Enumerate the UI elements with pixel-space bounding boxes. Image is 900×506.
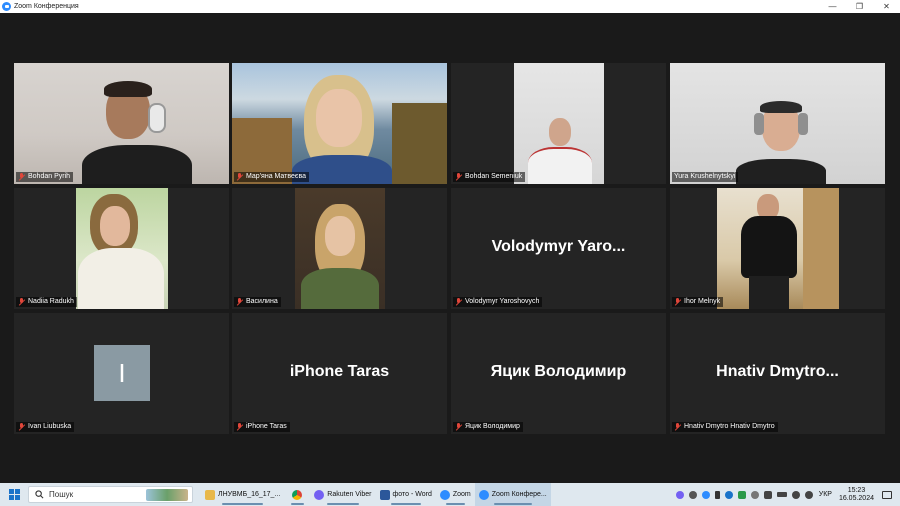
- participant-tile[interactable]: Ihor Melnyk: [670, 188, 885, 309]
- maximize-button[interactable]: ❐: [846, 0, 873, 13]
- participant-tile[interactable]: Мар'яна Матвеєва: [232, 63, 447, 184]
- display-icon[interactable]: [764, 490, 773, 499]
- start-button[interactable]: [0, 483, 28, 506]
- language-indicator[interactable]: УКР: [819, 491, 832, 498]
- word-icon: [379, 489, 390, 500]
- close-button[interactable]: ✕: [873, 0, 900, 13]
- participant-video: [76, 188, 168, 309]
- minimize-button[interactable]: —: [819, 0, 846, 13]
- search-highlight-image: [146, 489, 188, 501]
- participant-name-label: Volodymyr Yaroshovych: [453, 297, 543, 307]
- mic-off-icon: [18, 423, 25, 431]
- participant-tile[interactable]: Bohdan Pyrih: [14, 63, 229, 184]
- participant-name-label: Yura Krushelnytskyi: [672, 172, 739, 182]
- participant-video: [14, 63, 229, 184]
- gallery-view: Bohdan Pyrih Мар'яна Матвеєва Bohdan Sem…: [0, 13, 900, 483]
- participant-name-label: Ivan Liubuska: [16, 422, 75, 432]
- participant-video: [670, 63, 885, 184]
- participant-tile[interactable]: Volodymyr Yaro... Volodymyr Yaroshovych: [451, 188, 666, 309]
- taskbar-item-explorer[interactable]: ЛНУВМБ_16_17_...: [201, 483, 284, 506]
- search-placeholder: Пошук: [49, 490, 74, 499]
- windows-logo-icon: [8, 489, 20, 500]
- battery-icon[interactable]: [777, 492, 788, 497]
- mic-off-icon: [18, 173, 25, 181]
- update-icon[interactable]: [751, 490, 760, 499]
- participant-video: [514, 63, 604, 184]
- taskbar-item-zoom-meeting[interactable]: Zoom Конфере...: [474, 483, 551, 506]
- clock-date: 16.05.2024: [838, 494, 874, 502]
- participant-tile[interactable]: Василина: [232, 188, 447, 309]
- clock-time: 15:23: [847, 486, 866, 494]
- participant-tile[interactable]: iPhone Taras iPhone Taras: [232, 313, 447, 434]
- participant-name-label: Hnativ Dmytro Hnativ Dmytro: [672, 422, 778, 432]
- participant-display-name: Volodymyr Yaro...: [491, 238, 626, 255]
- wifi-icon[interactable]: [792, 490, 801, 499]
- participant-tile[interactable]: Яцик Володимир Яцик Володимир: [451, 313, 666, 434]
- mic-off-icon: [455, 298, 462, 306]
- participant-name-label: Bohdan Pyrih: [16, 172, 74, 182]
- taskbar-item-zoom[interactable]: Zoom: [436, 483, 475, 506]
- zoom-app-icon: [2, 2, 11, 11]
- folder-icon: [205, 489, 215, 500]
- mic-off-icon: [674, 298, 681, 306]
- participant-name-label: Bohdan Semeniuk: [453, 172, 526, 182]
- security-shield-icon[interactable]: [738, 490, 747, 499]
- zoom-icon: [478, 489, 489, 500]
- window-title: Zoom Конференция: [14, 3, 79, 10]
- system-tray: УКР 15:23 16.05.2024: [674, 483, 900, 506]
- viber-icon: [314, 489, 325, 500]
- title-bar: Zoom Конференция — ❐ ✕: [0, 0, 900, 13]
- participant-tile[interactable]: Hnativ Dmytro... Hnativ Dmytro Hnativ Dm…: [670, 313, 885, 434]
- zoom-tray-icon[interactable]: [702, 490, 711, 499]
- mic-off-icon: [674, 423, 681, 431]
- participant-name-label: Василина: [234, 297, 281, 307]
- zoom-icon: [439, 489, 450, 500]
- participant-video: [232, 63, 447, 184]
- search-icon: [35, 490, 44, 499]
- taskbar-item-word[interactable]: фото - Word: [376, 483, 436, 506]
- taskbar-item-chrome[interactable]: [284, 483, 310, 506]
- participant-tile[interactable]: Nadiia Radukh: [14, 188, 229, 309]
- participant-tile[interactable]: Bohdan Semeniuk: [451, 63, 666, 184]
- bluetooth-icon[interactable]: [725, 490, 734, 499]
- participant-name-label: Яцик Володимир: [453, 422, 523, 432]
- taskbar: Пошук ЛНУВМБ_16_17_... Rakuten Viber фот…: [0, 483, 900, 506]
- mic-off-icon: [236, 298, 243, 306]
- participant-name-label: iPhone Taras: [234, 422, 290, 432]
- mic-off-icon: [18, 298, 25, 306]
- participant-display-name: Яцик Володимир: [490, 363, 627, 380]
- clock[interactable]: 15:23 16.05.2024: [839, 487, 874, 503]
- mic-off-icon: [455, 173, 462, 181]
- chrome-icon: [292, 489, 303, 500]
- participant-tile-active-speaker[interactable]: Yura Krushelnytskyi: [670, 63, 885, 184]
- participant-video: [295, 188, 385, 309]
- participant-name-label: Мар'яна Матвеєва: [234, 172, 310, 182]
- participant-name-label: Nadiia Radukh: [16, 297, 77, 307]
- volume-icon[interactable]: [805, 490, 814, 499]
- mic-off-icon: [236, 173, 243, 181]
- taskbar-item-viber[interactable]: Rakuten Viber: [310, 483, 375, 506]
- viber-tray-icon[interactable]: [676, 490, 685, 499]
- participant-video: [717, 188, 839, 309]
- participant-display-name: Hnativ Dmytro...: [716, 363, 839, 380]
- microphone-tray-icon[interactable]: [715, 490, 721, 499]
- participant-tile[interactable]: I Ivan Liubuska: [14, 313, 229, 434]
- cloud-tray-icon[interactable]: [689, 490, 698, 499]
- notifications-icon[interactable]: [882, 490, 892, 499]
- participant-avatar: I: [94, 345, 150, 401]
- mic-off-icon: [236, 423, 243, 431]
- participant-display-name: iPhone Taras: [289, 363, 390, 380]
- taskbar-search-box[interactable]: Пошук: [28, 486, 193, 503]
- participant-name-label: Ihor Melnyk: [672, 297, 724, 307]
- mic-off-icon: [455, 423, 462, 431]
